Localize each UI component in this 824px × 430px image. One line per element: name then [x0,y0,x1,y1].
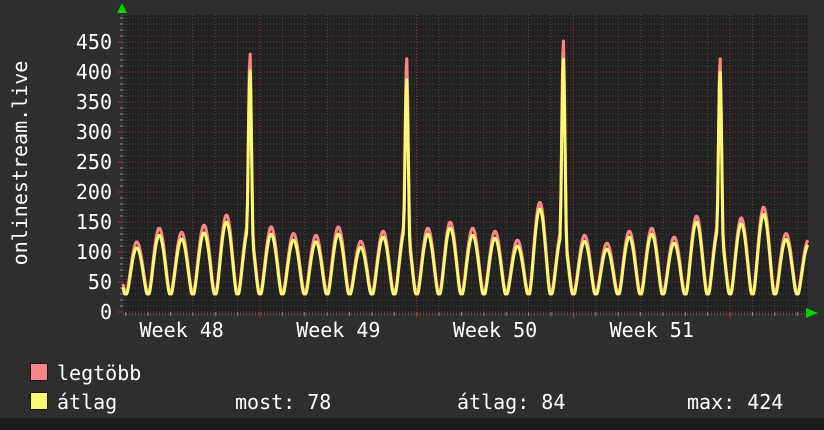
stat-max: max: 424 [687,390,784,414]
legend-label-max: legtöbb [57,361,142,385]
stat-most: most: 78 [235,390,332,414]
legend-swatch-max [30,363,48,381]
legend-swatch-avg [30,392,48,410]
x-axis-arrow-icon [806,308,818,318]
stat-atlag: átlag: 84 [457,390,566,414]
graph-window: onlinestream.live 0 50 100 150 200 250 300 350 4… [0,0,824,430]
y-axis-arrow-icon [117,3,127,13]
bottom-border-strip [0,418,824,430]
legend-label-avg: átlag [57,390,118,414]
